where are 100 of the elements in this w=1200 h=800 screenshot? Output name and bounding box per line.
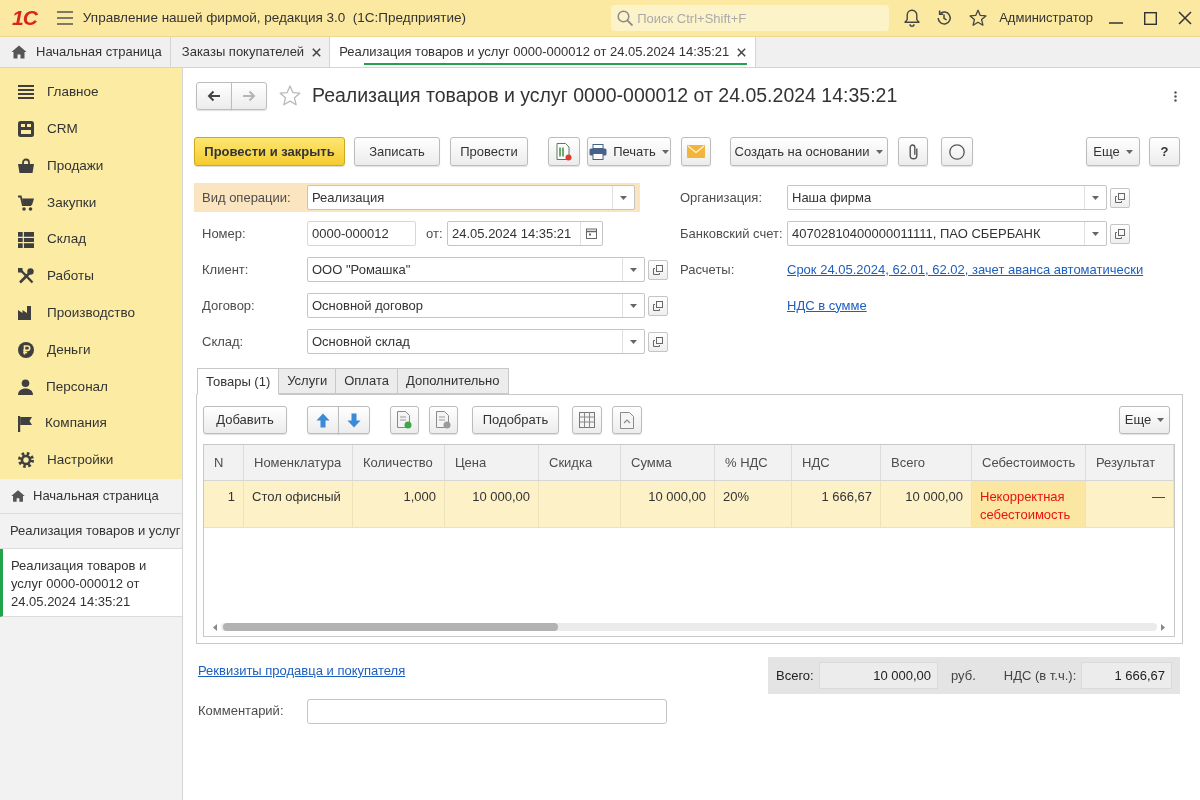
sidebar-item[interactable]: Производство <box>0 294 182 332</box>
open-button[interactable] <box>648 295 668 316</box>
sidebar-item[interactable]: CRM <box>0 110 182 148</box>
column-header[interactable]: % НДС <box>715 445 792 480</box>
sidebar-item[interactable]: Деньги <box>0 331 182 369</box>
sidebar-item[interactable]: Работы <box>0 258 182 295</box>
dropdown-field[interactable]: ООО "Ромашка" <box>307 257 645 282</box>
date-field[interactable]: 24.05.2024 14:35:21 <box>447 221 603 246</box>
maximize-icon[interactable] <box>1144 11 1157 25</box>
dropdown-field[interactable]: Наша фирма <box>787 185 1107 210</box>
move-up-button[interactable] <box>307 406 339 434</box>
sidebar-item[interactable]: Закупки <box>0 184 182 222</box>
close-icon[interactable] <box>312 47 322 57</box>
dropdown-field[interactable]: Реализация <box>307 185 635 210</box>
column-header[interactable]: Количество <box>353 445 445 480</box>
scroll-left-icon[interactable] <box>213 623 217 631</box>
close-icon[interactable] <box>737 47 747 57</box>
link[interactable]: НДС в сумме <box>787 295 867 316</box>
close-icon[interactable] <box>1178 11 1192 25</box>
caret-icon[interactable] <box>630 303 637 308</box>
currency-label: руб. <box>951 666 976 685</box>
save-button[interactable]: Записать <box>354 137 440 166</box>
open-button[interactable] <box>1110 187 1130 208</box>
sidebar-item[interactable]: Продажи <box>0 147 182 185</box>
column-header[interactable]: Цена <box>445 445 539 480</box>
column-header[interactable]: НДС <box>792 445 881 480</box>
create-based-on-button[interactable]: Создать на основании <box>730 137 888 166</box>
tab[interactable]: Оплата <box>335 368 398 394</box>
comment-field[interactable] <box>307 698 667 724</box>
sidebar-item[interactable]: Склад <box>0 221 182 258</box>
column-header[interactable]: Сумма <box>621 445 715 480</box>
window-title: Управление нашей фирмой, редакция 3.0 (1С:Предприятие) <box>82 8 467 27</box>
link[interactable]: Реквизиты продавца и покупателя <box>198 661 406 681</box>
caret-icon[interactable] <box>620 195 627 200</box>
circle-button[interactable] <box>941 137 973 166</box>
caret-icon[interactable] <box>1092 231 1099 236</box>
tab[interactable]: Товары (1) <box>197 368 280 395</box>
table-cell: 1 <box>204 481 244 527</box>
post-button[interactable]: Провести <box>450 137 528 166</box>
tab[interactable]: Реализация товаров и услуг 0000-000012 от 24.05.2024 14:35:21 <box>330 37 757 67</box>
history-item[interactable]: Реализация товаров и услуг 0000-000012 от 24.05.2024 14:35:21 <box>0 548 182 617</box>
open-button[interactable] <box>648 331 668 352</box>
tab[interactable]: Начальная страница <box>0 37 171 67</box>
document-button[interactable] <box>548 137 580 166</box>
post-and-close-button[interactable]: Провести и закрыть <box>194 137 345 166</box>
spreadsheet-button[interactable] <box>572 406 602 434</box>
history-icon[interactable] <box>935 9 954 27</box>
caret-icon[interactable] <box>1125 149 1133 154</box>
open-button[interactable] <box>648 259 668 280</box>
star-icon[interactable] <box>969 9 988 27</box>
table-row[interactable]: 1 Стол офисный 1,000 10 000,00 10 000,00 20% 1 666,67 10 000,00 Некорректная себестоимость — <box>204 481 1174 528</box>
caret-icon[interactable] <box>630 339 637 344</box>
help-button[interactable]: ? <box>1149 137 1180 166</box>
dropdown-field[interactable]: Основной склад <box>307 329 645 354</box>
tab[interactable]: Дополнительно <box>396 368 509 394</box>
dropdown-field[interactable]: 40702810400000011111, ПАО СБЕРБАНК <box>787 221 1107 246</box>
calendar-icon[interactable] <box>586 228 597 239</box>
menu-icon[interactable] <box>56 11 73 25</box>
tab[interactable]: Услуги <box>278 368 337 394</box>
caret-icon[interactable] <box>876 149 884 154</box>
sidebar-item[interactable]: Настройки <box>0 441 182 479</box>
more-button[interactable]: Еще <box>1119 406 1170 434</box>
scrollbar-thumb[interactable] <box>223 623 558 631</box>
field-label: Договор: <box>202 296 256 315</box>
column-header[interactable]: Результат <box>1086 445 1174 480</box>
field-label: Номер: <box>202 224 247 243</box>
document-button[interactable] <box>390 406 419 434</box>
more-icon[interactable] <box>1174 90 1177 102</box>
column-header[interactable]: Скидка <box>539 445 621 480</box>
column-header[interactable]: Себестоимость <box>972 445 1086 480</box>
paperclip-button[interactable] <box>898 137 928 166</box>
document-button[interactable] <box>429 406 458 434</box>
scroll-right-icon[interactable] <box>1161 623 1165 631</box>
dropdown-field[interactable]: Основной договор <box>307 293 645 318</box>
caret-icon[interactable] <box>630 267 637 272</box>
caret-icon[interactable] <box>1092 195 1099 200</box>
open-button[interactable] <box>1110 223 1130 244</box>
column-header[interactable]: Всего <box>881 445 972 480</box>
sidebar-item[interactable]: Компания <box>0 405 182 442</box>
squares-icon <box>653 264 663 275</box>
pick-button[interactable]: Подобрать <box>472 406 559 434</box>
text-field[interactable]: 0000-000012 <box>307 221 416 246</box>
caret-icon[interactable] <box>1157 418 1165 422</box>
bell-icon[interactable] <box>904 9 921 27</box>
column-header[interactable]: Номенклатура <box>244 445 353 480</box>
sidebar-item[interactable]: Персонал <box>0 368 182 406</box>
field-label: Комментарий: <box>198 702 285 721</box>
print-button[interactable]: Печать <box>587 137 671 166</box>
sidebar-item[interactable]: Главное <box>0 74 182 111</box>
caret-icon[interactable] <box>661 149 669 154</box>
add-button[interactable]: Добавить <box>203 406 287 434</box>
document-button[interactable] <box>612 406 642 434</box>
scrollbar-track[interactable] <box>221 623 1157 631</box>
search-field[interactable]: Поиск Ctrl+Shift+F <box>611 5 890 31</box>
more-button[interactable]: Еще <box>1086 137 1140 166</box>
move-down-button[interactable] <box>338 406 370 434</box>
back-button[interactable] <box>196 82 232 110</box>
column-header[interactable]: N <box>204 445 244 480</box>
star-icon[interactable] <box>279 85 301 107</box>
link[interactable]: Срок 24.05.2024, 62.01, 62.02, зачет аванса автоматически <box>787 259 1144 280</box>
